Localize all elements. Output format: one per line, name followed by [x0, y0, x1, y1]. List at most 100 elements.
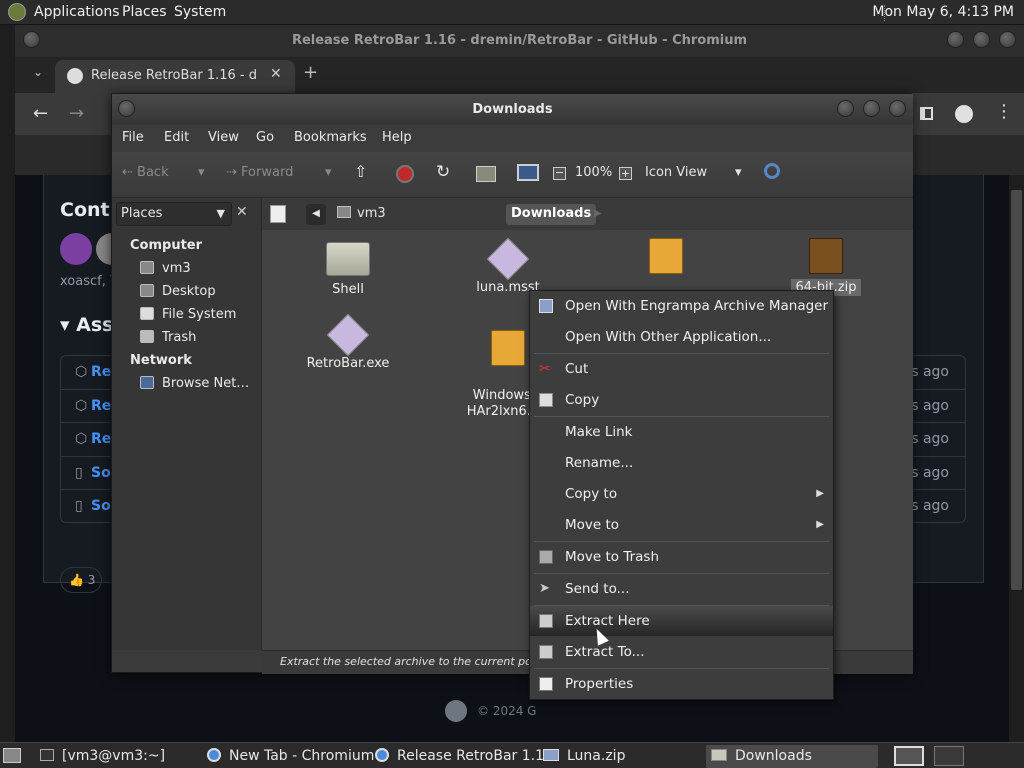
- forward-history-icon[interactable]: ▾: [325, 165, 332, 180]
- home-icon[interactable]: [476, 166, 496, 182]
- assets-heading-text: Ass: [76, 314, 114, 336]
- sidebar-item-desktop[interactable]: Desktop: [140, 284, 216, 299]
- places-select[interactable]: Places ▼: [116, 202, 232, 226]
- breadcrumb-vm3[interactable]: vm3: [332, 204, 391, 225]
- close-sidebar-icon[interactable]: ✕: [236, 204, 248, 220]
- sidebar-item-filesystem[interactable]: File System: [140, 307, 236, 322]
- github-footer-icon[interactable]: [445, 700, 467, 722]
- file-item[interactable]: [611, 238, 721, 280]
- workspace-switcher-1[interactable]: [894, 746, 924, 766]
- package-icon: ⬡: [75, 431, 88, 448]
- maximize-button[interactable]: [973, 31, 990, 48]
- close-button[interactable]: [889, 100, 906, 117]
- task-luna-zip[interactable]: Luna.zip: [543, 748, 625, 764]
- sidebar-item-vm3[interactable]: vm3: [140, 261, 191, 276]
- chromium-icon: [207, 748, 221, 762]
- clock[interactable]: Mon May 6, 4:13 PM: [872, 4, 1014, 20]
- menu-open-with-other[interactable]: Open With Other Application...: [530, 322, 833, 352]
- zoom-level[interactable]: 100%: [575, 165, 612, 180]
- menu-extract-here[interactable]: Extract Here: [530, 606, 833, 636]
- workspace-switcher-2[interactable]: [934, 746, 964, 766]
- window-menu-button[interactable]: [23, 31, 40, 48]
- back-arrow-icon[interactable]: ←: [33, 103, 48, 124]
- thumbs-up-icon: 👍: [69, 573, 84, 587]
- sidebar-icon[interactable]: [920, 107, 933, 120]
- zoom-out-icon[interactable]: −: [553, 167, 566, 180]
- sidebar-item-trash[interactable]: Trash: [140, 330, 196, 345]
- file-zip-icon: ▯: [75, 464, 83, 481]
- menu-cut[interactable]: ✂ Cut: [530, 354, 833, 384]
- task-release-retrobar[interactable]: Release RetroBar 1.1...: [375, 748, 557, 764]
- menu-file[interactable]: File: [122, 130, 144, 145]
- applications-menu[interactable]: Applications: [34, 4, 120, 20]
- path-bar: ◀ vm3 Downloads ▶: [262, 198, 913, 230]
- menu-open-with-engrampa[interactable]: Open With Engrampa Archive Manager: [530, 291, 833, 321]
- zoom-in-icon[interactable]: +: [619, 167, 632, 180]
- reload-icon[interactable]: ↻: [436, 162, 450, 182]
- more-menu-icon[interactable]: ⋮: [995, 101, 1013, 122]
- file-item[interactable]: Shell: [293, 238, 403, 297]
- system-menu[interactable]: System: [174, 4, 226, 20]
- view-mode-select[interactable]: Icon View: [645, 165, 707, 180]
- file-item-selected[interactable]: 64-bit.zip: [771, 238, 881, 296]
- task-new-tab-chromium[interactable]: New Tab - Chromium: [207, 748, 374, 764]
- tab-search-icon[interactable]: ⌄: [33, 65, 43, 79]
- folder-icon: [326, 242, 370, 276]
- menu-properties[interactable]: Properties: [530, 669, 833, 699]
- menu-go[interactable]: Go: [256, 130, 274, 145]
- chevron-down-icon: ▼: [216, 207, 225, 220]
- back-history-icon[interactable]: ▾: [198, 165, 205, 180]
- menu-move-to[interactable]: Move to ▶: [530, 510, 833, 540]
- menu-send-to[interactable]: ➤ Send to...: [530, 574, 833, 604]
- edit-location-icon[interactable]: [270, 205, 286, 223]
- menu-extract-to[interactable]: Extract To...: [530, 637, 833, 667]
- menu-help[interactable]: Help: [382, 130, 412, 145]
- new-tab-icon[interactable]: +: [303, 62, 318, 83]
- task-downloads[interactable]: Downloads: [711, 748, 812, 764]
- places-menu[interactable]: Places: [122, 4, 167, 20]
- show-desktop-icon[interactable]: [3, 748, 21, 763]
- maximize-button[interactable]: [863, 100, 880, 117]
- view-mode-chevron-down-icon[interactable]: ▾: [735, 165, 742, 180]
- scrollbar-thumb[interactable]: [1011, 190, 1022, 590]
- reaction-button[interactable]: 👍 3: [60, 567, 102, 593]
- downloads-title-bar[interactable]: Downloads: [112, 94, 913, 125]
- file-zip-icon: ▯: [75, 498, 83, 515]
- breadcrumb-downloads[interactable]: Downloads: [506, 204, 597, 225]
- computer-icon[interactable]: [517, 164, 539, 181]
- menu-rename[interactable]: Rename...: [530, 448, 833, 478]
- menu-make-link[interactable]: Make Link: [530, 417, 833, 447]
- assets-heading[interactable]: ▾ Ass: [60, 314, 113, 336]
- menu-view[interactable]: View: [208, 130, 239, 145]
- path-right-chevron-icon[interactable]: ▶: [594, 208, 602, 219]
- footer-copyright: © 2024 G: [477, 704, 537, 718]
- tab-release-retrobar[interactable]: Release RetroBar 1.16 - drem ✕: [55, 60, 295, 93]
- menu-bookmarks[interactable]: Bookmarks: [294, 130, 367, 145]
- task-terminal[interactable]: [vm3@vm3:~]: [40, 748, 165, 764]
- back-button[interactable]: ⇠ Back: [122, 165, 169, 180]
- disc-image-icon: [491, 330, 525, 366]
- avatar[interactable]: [60, 233, 92, 265]
- sidebar-item-browse-network[interactable]: Browse Net…: [140, 376, 249, 391]
- close-button[interactable]: [999, 31, 1016, 48]
- mate-logo-icon[interactable]: [8, 3, 26, 21]
- chromium-title-bar[interactable]: Release RetroBar 1.16 - dremin/RetroBar …: [15, 25, 1024, 57]
- up-icon[interactable]: ⇧: [354, 162, 367, 181]
- profile-icon[interactable]: [955, 105, 973, 123]
- forward-button[interactable]: ⇢ Forward: [226, 165, 293, 180]
- terminal-icon: [40, 749, 54, 761]
- menu-edit[interactable]: Edit: [164, 130, 189, 145]
- minimize-button[interactable]: [947, 31, 964, 48]
- path-left-chevron-icon[interactable]: ◀: [306, 204, 326, 225]
- tab-close-icon[interactable]: ✕: [270, 66, 282, 82]
- chromium-icon: [375, 748, 389, 762]
- search-icon[interactable]: [764, 163, 780, 179]
- file-item[interactable]: RetroBar.exe: [293, 313, 403, 371]
- menu-copy[interactable]: Copy: [530, 385, 833, 415]
- menu-copy-to[interactable]: Copy to ▶: [530, 479, 833, 509]
- window-menu-button[interactable]: [118, 100, 135, 117]
- minimize-button[interactable]: [837, 100, 854, 117]
- menu-move-to-trash[interactable]: Move to Trash: [530, 542, 833, 572]
- forward-arrow-icon[interactable]: →: [69, 103, 84, 124]
- stop-icon[interactable]: [396, 165, 414, 183]
